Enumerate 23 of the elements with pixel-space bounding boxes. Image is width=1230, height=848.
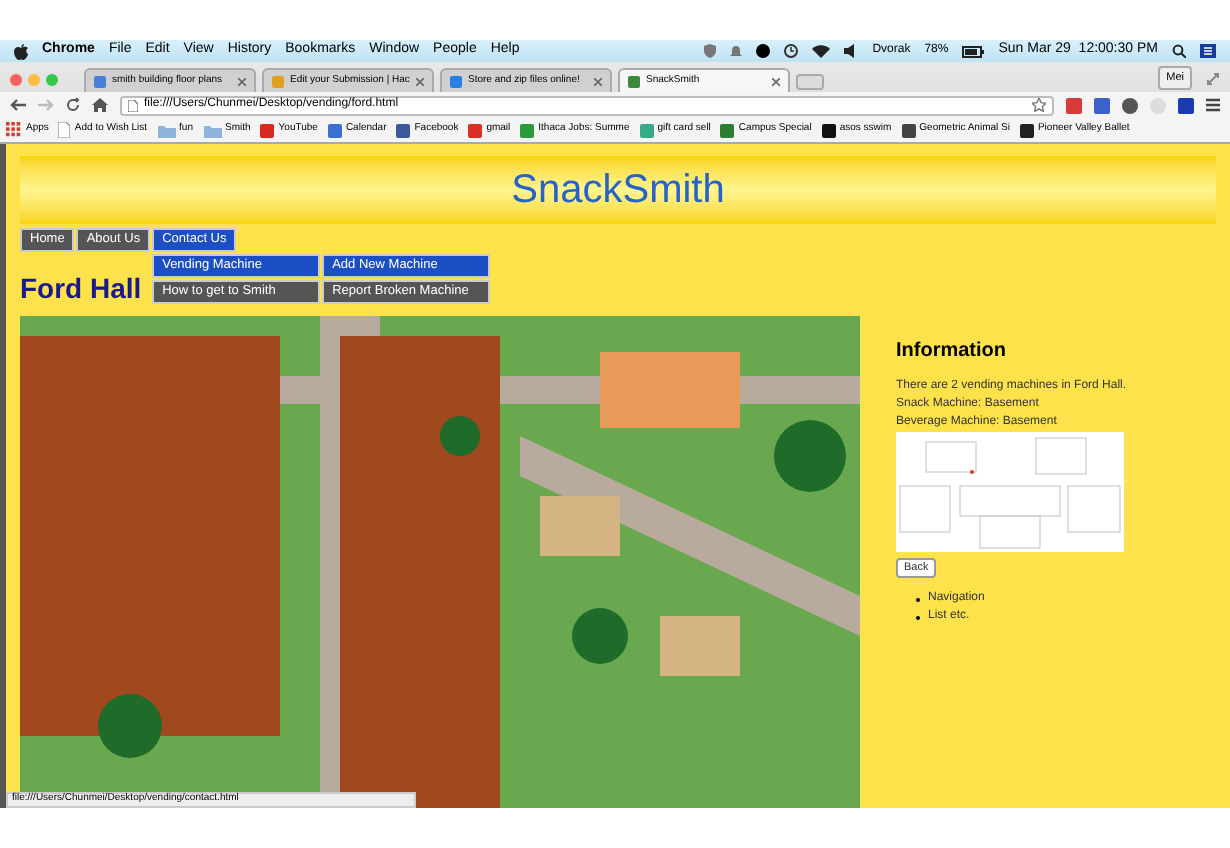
info-title: Information — [896, 338, 1008, 366]
site-title: SnackSmith — [511, 166, 725, 216]
page-icon — [128, 99, 138, 111]
clock-icon[interactable] — [784, 44, 799, 58]
list-icon[interactable] — [1200, 44, 1216, 58]
fullscreen-icon[interactable] — [1206, 72, 1220, 86]
shield-icon[interactable] — [704, 44, 717, 58]
menu-icon[interactable] — [1206, 98, 1220, 112]
close-tab-icon[interactable] — [594, 77, 602, 85]
apple-icon[interactable] — [14, 43, 28, 59]
page-heading: Ford Hall — [20, 270, 142, 308]
wifi-icon[interactable] — [812, 44, 831, 58]
bell-icon[interactable] — [730, 44, 743, 58]
close-tab-icon[interactable] — [772, 77, 780, 85]
battery-icon[interactable] — [962, 45, 985, 57]
home-icon[interactable] — [92, 98, 108, 112]
reload-icon[interactable] — [66, 98, 80, 112]
back-arrow-icon[interactable] — [10, 98, 26, 112]
volume-icon[interactable] — [844, 44, 859, 58]
close-tab-icon[interactable] — [238, 77, 246, 85]
search-icon[interactable] — [1172, 44, 1186, 58]
star-icon[interactable] — [1032, 98, 1046, 112]
close-tab-icon[interactable] — [416, 77, 424, 85]
